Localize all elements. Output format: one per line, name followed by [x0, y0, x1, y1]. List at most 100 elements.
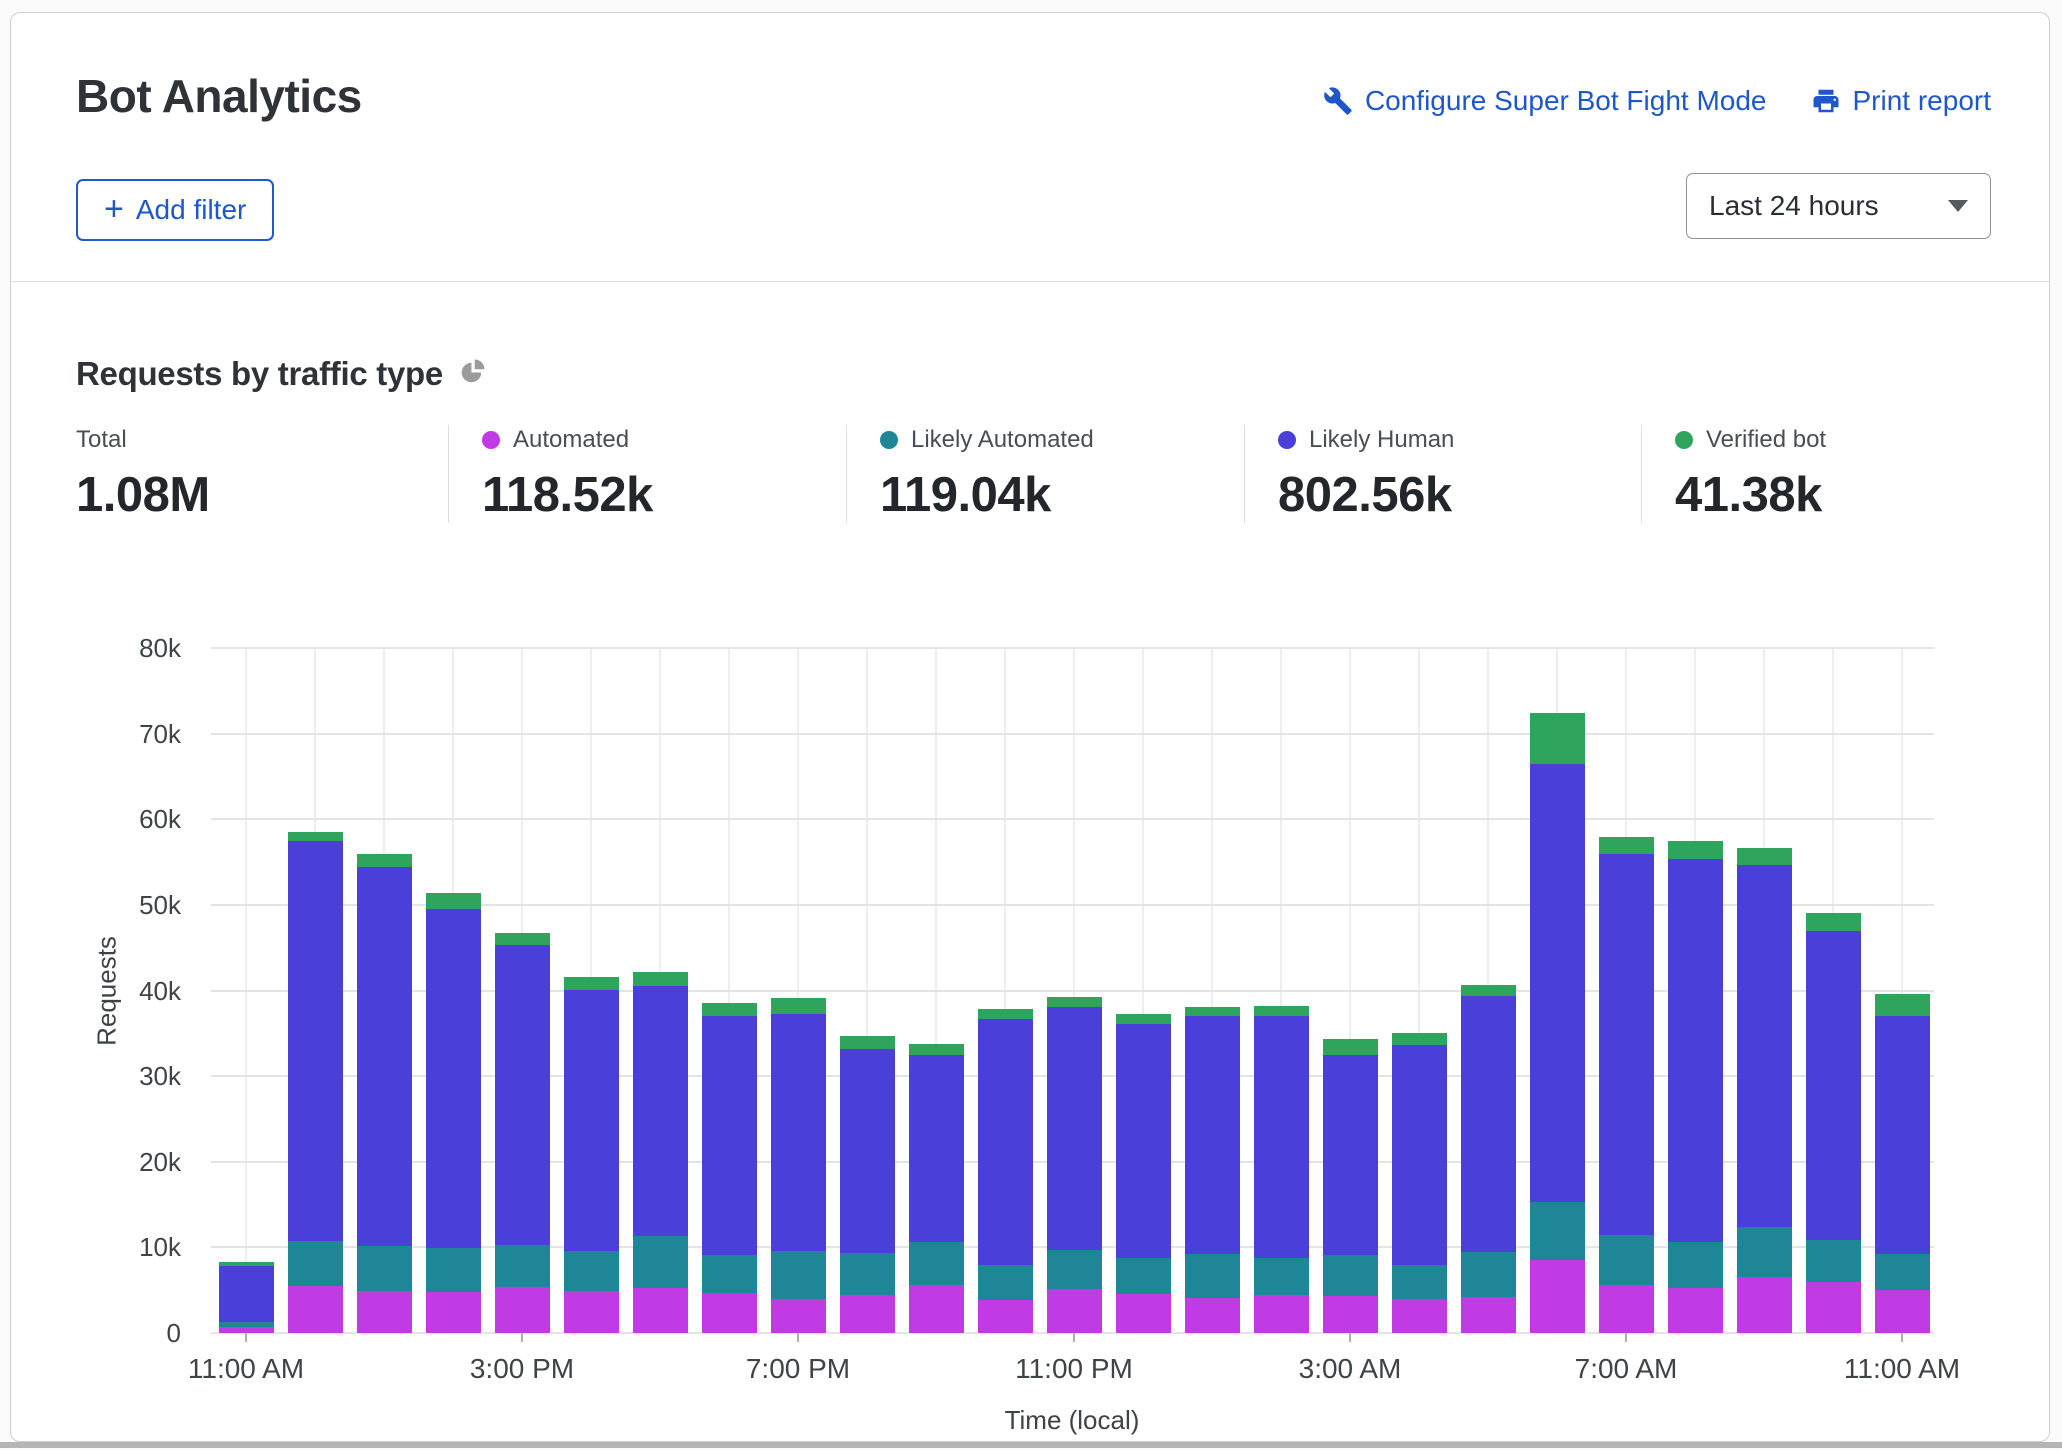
bar-segment-likely_automated[interactable] [1875, 1254, 1930, 1290]
bar-segment-verified_bot[interactable] [1461, 985, 1516, 996]
bar-segment-automated[interactable] [1047, 1289, 1102, 1333]
bar-segment-verified_bot[interactable] [495, 933, 550, 945]
bar-segment-automated[interactable] [978, 1300, 1033, 1333]
bar-segment-likely_human[interactable] [840, 1049, 895, 1253]
bar-segment-verified_bot[interactable] [288, 832, 343, 841]
bar-segment-automated[interactable] [840, 1295, 895, 1333]
bar-segment-likely_human[interactable] [633, 986, 688, 1236]
bar-segment-automated[interactable] [1185, 1298, 1240, 1333]
bar-segment-likely_automated[interactable] [564, 1251, 619, 1291]
bar-segment-likely_human[interactable] [1737, 865, 1792, 1227]
bar-segment-likely_automated[interactable] [1530, 1202, 1585, 1260]
bar-segment-automated[interactable] [1461, 1297, 1516, 1333]
bar-segment-verified_bot[interactable] [771, 998, 826, 1013]
bar-segment-automated[interactable] [1116, 1294, 1171, 1333]
bar-segment-verified_bot[interactable] [1668, 841, 1723, 859]
bar-segment-likely_human[interactable] [1116, 1024, 1171, 1258]
bar-segment-likely_human[interactable] [702, 1016, 757, 1255]
bar-segment-verified_bot[interactable] [1737, 848, 1792, 864]
bar-segment-likely_automated[interactable] [288, 1241, 343, 1286]
bar-segment-likely_human[interactable] [1806, 931, 1861, 1240]
bar-segment-likely_human[interactable] [357, 867, 412, 1245]
bar-segment-likely_automated[interactable] [1737, 1227, 1792, 1278]
bar-segment-automated[interactable] [1668, 1288, 1723, 1333]
print-report-link[interactable]: Print report [1811, 85, 1992, 117]
bar-segment-automated[interactable] [1599, 1285, 1654, 1333]
bar-segment-verified_bot[interactable] [633, 972, 688, 987]
bar-segment-likely_human[interactable] [1392, 1045, 1447, 1265]
bar-segment-automated[interactable] [1530, 1260, 1585, 1333]
bar-segment-automated[interactable] [564, 1291, 619, 1333]
bar-segment-automated[interactable] [1254, 1295, 1309, 1333]
bar-segment-likely_automated[interactable] [1461, 1252, 1516, 1297]
bar-segment-verified_bot[interactable] [978, 1009, 1033, 1019]
bar-segment-likely_human[interactable] [1875, 1016, 1930, 1254]
bar-segment-likely_human[interactable] [909, 1055, 964, 1243]
bar-segment-likely_human[interactable] [495, 945, 550, 1245]
bar-segment-likely_human[interactable] [1461, 996, 1516, 1252]
bar-segment-likely_human[interactable] [1185, 1016, 1240, 1254]
bar-segment-likely_automated[interactable] [702, 1255, 757, 1294]
bar-segment-automated[interactable] [1737, 1277, 1792, 1333]
bar-segment-verified_bot[interactable] [426, 893, 481, 909]
bar-segment-likely_automated[interactable] [1668, 1242, 1723, 1287]
time-range-select[interactable]: Last 24 hours [1686, 173, 1991, 239]
bar-segment-likely_automated[interactable] [1599, 1235, 1654, 1286]
bar-segment-verified_bot[interactable] [1599, 837, 1654, 854]
bar-segment-verified_bot[interactable] [909, 1044, 964, 1054]
bar-segment-automated[interactable] [1323, 1296, 1378, 1333]
configure-super-bot-fight-mode-link[interactable]: Configure Super Bot Fight Mode [1323, 85, 1767, 117]
bar-segment-likely_automated[interactable] [840, 1253, 895, 1295]
bar-segment-likely_automated[interactable] [357, 1246, 412, 1291]
bar-segment-automated[interactable] [357, 1291, 412, 1333]
bar-segment-likely_automated[interactable] [771, 1251, 826, 1299]
bar-segment-likely_automated[interactable] [1254, 1258, 1309, 1296]
bar-segment-likely_automated[interactable] [1116, 1258, 1171, 1295]
bar-segment-automated[interactable] [771, 1299, 826, 1333]
bar-segment-likely_human[interactable] [1323, 1055, 1378, 1255]
bar-segment-likely_human[interactable] [1047, 1007, 1102, 1250]
bar-segment-likely_automated[interactable] [426, 1248, 481, 1292]
bar-segment-likely_human[interactable] [219, 1266, 274, 1322]
bar-segment-likely_automated[interactable] [1047, 1250, 1102, 1289]
bar-segment-automated[interactable] [702, 1293, 757, 1333]
bar-segment-likely_automated[interactable] [219, 1322, 274, 1327]
bar-segment-automated[interactable] [426, 1292, 481, 1333]
bar-segment-automated[interactable] [909, 1285, 964, 1333]
bar-segment-likely_human[interactable] [426, 909, 481, 1248]
bar-segment-likely_automated[interactable] [978, 1265, 1033, 1299]
bar-segment-likely_human[interactable] [564, 990, 619, 1251]
bar-segment-verified_bot[interactable] [1047, 997, 1102, 1007]
bar-segment-likely_automated[interactable] [633, 1236, 688, 1287]
bar-segment-likely_automated[interactable] [909, 1242, 964, 1285]
bar-segment-likely_human[interactable] [1599, 854, 1654, 1234]
bar-segment-automated[interactable] [495, 1287, 550, 1333]
bar-segment-verified_bot[interactable] [219, 1262, 274, 1266]
add-filter-button[interactable]: + Add filter [76, 179, 274, 241]
bar-segment-likely_human[interactable] [978, 1019, 1033, 1266]
bar-segment-verified_bot[interactable] [1806, 913, 1861, 931]
bar-segment-verified_bot[interactable] [564, 977, 619, 990]
bar-segment-likely_automated[interactable] [495, 1245, 550, 1287]
bar-segment-verified_bot[interactable] [1530, 713, 1585, 764]
bar-segment-verified_bot[interactable] [1116, 1014, 1171, 1024]
bar-segment-verified_bot[interactable] [1323, 1039, 1378, 1054]
bar-segment-verified_bot[interactable] [840, 1036, 895, 1049]
bar-segment-likely_human[interactable] [1530, 764, 1585, 1202]
bar-segment-verified_bot[interactable] [1875, 994, 1930, 1016]
bar-segment-automated[interactable] [1392, 1299, 1447, 1333]
bar-segment-likely_automated[interactable] [1806, 1240, 1861, 1283]
bar-segment-automated[interactable] [633, 1288, 688, 1333]
bar-segment-verified_bot[interactable] [1392, 1033, 1447, 1045]
bar-segment-likely_human[interactable] [288, 841, 343, 1241]
bar-segment-automated[interactable] [288, 1286, 343, 1333]
bar-segment-likely_human[interactable] [1254, 1016, 1309, 1257]
bar-segment-verified_bot[interactable] [1185, 1007, 1240, 1016]
bar-segment-likely_automated[interactable] [1392, 1265, 1447, 1298]
bar-segment-verified_bot[interactable] [1254, 1006, 1309, 1016]
bar-segment-likely_automated[interactable] [1185, 1254, 1240, 1298]
bar-segment-automated[interactable] [1806, 1282, 1861, 1333]
bar-segment-verified_bot[interactable] [357, 854, 412, 868]
bar-segment-likely_human[interactable] [1668, 859, 1723, 1243]
bar-segment-likely_human[interactable] [771, 1014, 826, 1251]
